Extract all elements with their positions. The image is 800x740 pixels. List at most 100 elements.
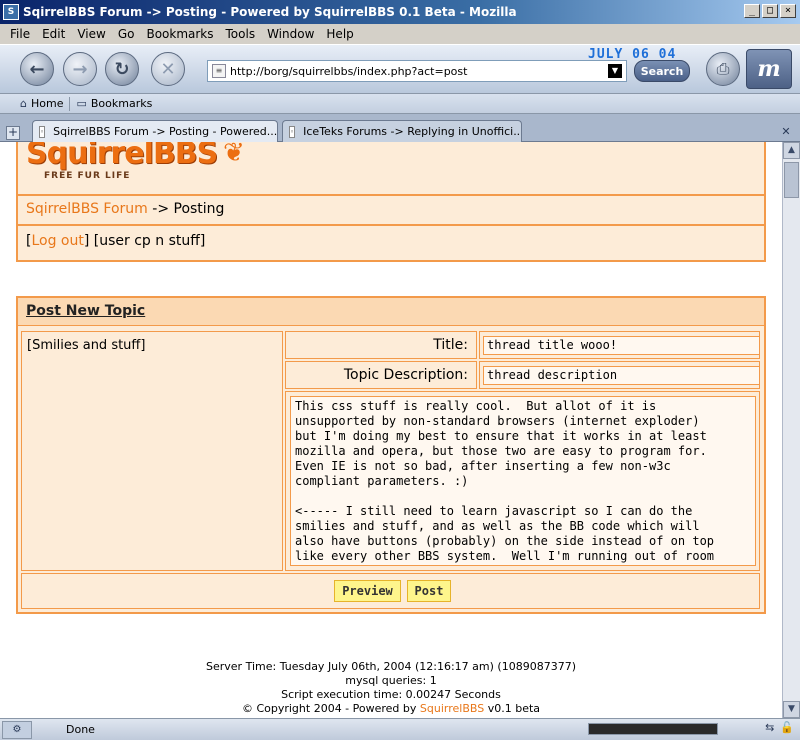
breadcrumb-current: Posting — [173, 201, 225, 217]
breadcrumb: SqirrelBBS Forum -> Posting — [18, 194, 764, 226]
window-title: SqirrelBBS Forum -> Posting - Powered by… — [23, 5, 517, 19]
url-dropdown-icon[interactable]: ▼ — [608, 64, 622, 78]
copyright: © Copyright 2004 - Powered by SquirrelBB… — [0, 702, 782, 716]
form-actions: Preview Post — [21, 573, 760, 609]
menu-bar: File Edit View Go Bookmarks Tools Window… — [0, 24, 800, 44]
title-field-cell: thread title wooo! — [479, 331, 760, 359]
menu-bookmarks[interactable]: Bookmarks — [140, 27, 219, 41]
mozilla-throbber-icon[interactable]: m — [746, 49, 792, 89]
breadcrumb-separator: -> — [147, 201, 174, 217]
tab-bar: + ◦ SqirrelBBS Forum -> Posting - Powere… — [0, 114, 800, 142]
status-icons: ⇆ 🔓 — [765, 721, 794, 734]
window-controls: _ □ × — [744, 4, 796, 18]
status-bar: ⚙ Done ⇆ 🔓 — [0, 718, 800, 740]
vertical-scrollbar[interactable]: ▲ ▼ — [782, 142, 800, 718]
home-icon: ⌂ — [20, 97, 27, 110]
logo-text: SquirrelBBS — [26, 142, 218, 171]
post-body-textarea[interactable]: This css stuff is really cool. But allot… — [290, 396, 756, 566]
page-favicon-icon: ◦ — [289, 125, 296, 138]
description-field-cell: thread description — [479, 361, 760, 389]
post-body-cell: This css stuff is really cool. But allot… — [285, 391, 760, 571]
forward-button[interactable]: → — [63, 52, 97, 86]
logout-link[interactable]: Log out — [31, 233, 83, 249]
menu-edit[interactable]: Edit — [36, 27, 71, 41]
new-tab-button[interactable]: + — [6, 126, 20, 140]
logo-tagline: FREE FUR LIFE — [44, 171, 131, 181]
connection-icon[interactable]: ⇆ — [765, 721, 774, 734]
title-input[interactable]: thread title wooo! — [483, 336, 760, 355]
execution-time: Script execution time: 0.00247 Seconds — [281, 688, 501, 701]
personal-toolbar: ⌂ Home ▭ Bookmarks — [0, 94, 800, 114]
home-label: Home — [30, 97, 64, 110]
post-form: Post New Topic [Smilies and stuff] Title… — [16, 296, 766, 614]
title-label: Title: — [433, 337, 468, 353]
close-tab-icon[interactable]: ✕ — [780, 126, 792, 138]
menu-help[interactable]: Help — [320, 27, 359, 41]
back-arrow-icon: ← — [29, 58, 45, 80]
title-label-cell: Title: — [285, 331, 477, 359]
stop-button[interactable]: ✕ — [151, 52, 185, 86]
forum-header: SquirrelBBS FREE FUR LIFE ❦ SqirrelBBS F… — [16, 142, 766, 262]
app-icon: S — [3, 4, 19, 20]
tab-label: SqirrelBBS Forum -> Posting - Powered... — [53, 125, 278, 138]
squirrelbbs-link[interactable]: SquirrelBBS — [420, 702, 484, 715]
scroll-down-icon[interactable]: ▼ — [783, 701, 800, 718]
copyright-suffix: v0.1 beta — [484, 702, 541, 715]
menu-window[interactable]: Window — [261, 27, 320, 41]
server-time: Server Time: Tuesday July 06th, 2004 (12… — [206, 660, 576, 673]
url-input[interactable]: http://borg/squirrelbbs/index.php?act=po… — [230, 65, 608, 78]
forward-arrow-icon: → — [72, 58, 88, 80]
minimize-button[interactable]: _ — [744, 4, 760, 18]
maximize-button[interactable]: □ — [762, 4, 778, 18]
smilies-panel: [Smilies and stuff] — [21, 331, 283, 571]
forum-logo[interactable]: SquirrelBBS FREE FUR LIFE — [26, 142, 218, 181]
tab-label: IceTeks Forums -> Replying in Unoffici..… — [303, 125, 522, 138]
browser-window: S SqirrelBBS Forum -> Posting - Powered … — [0, 0, 800, 740]
page-footer: Server Time: Tuesday July 06th, 2004 (12… — [0, 660, 782, 716]
description-label: Topic Description: — [343, 367, 468, 383]
scroll-up-icon[interactable]: ▲ — [783, 142, 800, 159]
stop-icon: ✕ — [160, 58, 176, 80]
reload-button[interactable]: ↻ — [105, 52, 139, 86]
description-input[interactable]: thread description — [483, 366, 760, 385]
description-label-cell: Topic Description: — [285, 361, 477, 389]
page-favicon-icon: ◦ — [39, 125, 46, 138]
scroll-thumb[interactable] — [784, 162, 799, 198]
smilies-placeholder: [Smilies and stuff] — [27, 338, 146, 353]
menu-tools[interactable]: Tools — [220, 27, 262, 41]
home-link[interactable]: ⌂ Home — [14, 97, 69, 110]
menu-file[interactable]: File — [4, 27, 36, 41]
security-lock-icon[interactable]: 🔓 — [780, 721, 794, 734]
menu-go[interactable]: Go — [112, 27, 141, 41]
network-icon[interactable]: ⚙ — [2, 720, 32, 739]
search-button[interactable]: Search — [634, 60, 690, 82]
post-form-heading: Post New Topic — [18, 298, 764, 326]
bookmarks-label: Bookmarks — [90, 97, 153, 110]
mysql-queries: mysql queries: 1 — [345, 674, 437, 687]
progress-bar — [588, 723, 718, 735]
url-bar[interactable]: ≡ http://borg/squirrelbbs/index.php?act=… — [207, 60, 627, 82]
user-cp-link[interactable]: [user cp n stuff] — [89, 233, 206, 249]
status-message: Done — [66, 723, 95, 736]
print-button[interactable]: ⎙ — [706, 52, 740, 86]
copyright-prefix: © Copyright 2004 - Powered by — [241, 702, 420, 715]
folder-icon: ▭ — [76, 97, 87, 110]
post-button[interactable]: Post — [407, 580, 451, 602]
squirrel-logo-icon: ❦ — [223, 142, 245, 168]
back-button[interactable]: ← — [20, 52, 54, 86]
page-icon: ≡ — [212, 64, 226, 78]
tab-squirrelbbs[interactable]: ◦ SqirrelBBS Forum -> Posting - Powered.… — [32, 120, 278, 142]
navigation-toolbar: ← → ↻ ✕ JULY 06 04 ≡ http://borg/squirre… — [0, 44, 800, 94]
reload-icon: ↻ — [114, 58, 130, 80]
tab-iceteks[interactable]: ◦ IceTeks Forums -> Replying in Unoffici… — [282, 120, 522, 142]
title-bar: S SqirrelBBS Forum -> Posting - Powered … — [0, 0, 800, 24]
user-bar: [Log out] [user cp n stuff] — [18, 228, 764, 260]
close-button[interactable]: × — [780, 4, 796, 18]
post-new-topic-title: Post New Topic — [26, 303, 146, 319]
bookmarks-link[interactable]: ▭ Bookmarks — [70, 97, 158, 110]
menu-view[interactable]: View — [71, 27, 111, 41]
printer-icon: ⎙ — [716, 59, 730, 78]
forum-home-link[interactable]: SqirrelBBS Forum — [26, 201, 148, 217]
preview-button[interactable]: Preview — [334, 580, 401, 602]
page-content: SquirrelBBS FREE FUR LIFE ❦ SqirrelBBS F… — [0, 142, 782, 718]
